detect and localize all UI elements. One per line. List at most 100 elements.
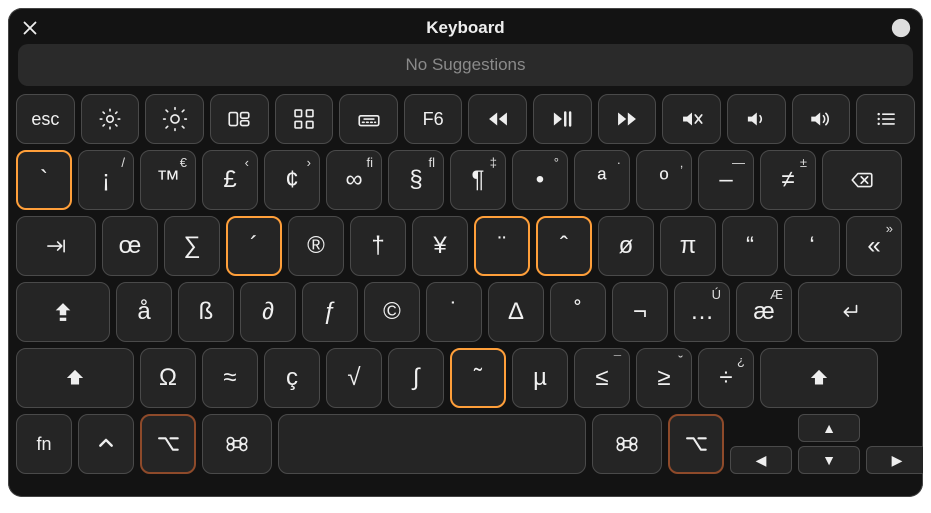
inverted-exclaim-key[interactable]: /¡	[78, 150, 134, 210]
volume-up-key[interactable]	[792, 94, 851, 144]
rewind-key[interactable]	[468, 94, 527, 144]
list-key[interactable]	[856, 94, 915, 144]
cent-key[interactable]: ›¢	[264, 150, 320, 210]
brightness-down-key[interactable]	[81, 94, 140, 144]
left-guillemet-key[interactable]: »«	[846, 216, 902, 276]
diaeresis-dead-key-label: ¨	[498, 232, 506, 260]
sigma-key[interactable]: ∑	[164, 216, 220, 276]
a-ring-key[interactable]: å	[116, 282, 172, 342]
right-shift-key[interactable]	[760, 348, 878, 408]
increment-key[interactable]: ∆	[488, 282, 544, 342]
omega-key-label: Ω	[159, 364, 177, 392]
trademark-key-sup: €	[180, 155, 187, 170]
en-dash-key[interactable]: —–	[698, 150, 754, 210]
function-row: esc F6	[16, 94, 915, 144]
pi-key[interactable]: π	[660, 216, 716, 276]
grave-key[interactable]: `	[16, 150, 72, 210]
dot-above-key[interactable]: ˙	[426, 282, 482, 342]
fn-key[interactable]: fn	[16, 414, 72, 474]
play-pause-key[interactable]	[533, 94, 592, 144]
omega-key[interactable]: Ω	[140, 348, 196, 408]
mu-key-label: µ	[533, 364, 547, 392]
registered-key[interactable]: ®	[288, 216, 344, 276]
yen-key[interactable]: ¥	[412, 216, 468, 276]
dagger-key[interactable]: †	[350, 216, 406, 276]
launchpad-key[interactable]	[275, 94, 334, 144]
sqrt-key[interactable]: √	[326, 348, 382, 408]
mission-control-key[interactable]	[210, 94, 269, 144]
keyboard-window: Keyboard No Suggestions escF6 `/¡€™‹£›¢f…	[8, 8, 923, 497]
down-arrow-key[interactable]: ▼	[798, 446, 860, 474]
ae-key[interactable]: Ææ	[736, 282, 792, 342]
trademark-key[interactable]: €™	[140, 150, 196, 210]
ellipsis-key[interactable]: Ú…	[674, 282, 730, 342]
o-stroke-key[interactable]: ø	[598, 216, 654, 276]
f6-key[interactable]: F6	[404, 94, 463, 144]
dot-above-key-label: ˙	[450, 298, 458, 326]
suggestions-text: No Suggestions	[405, 55, 525, 75]
less-equal-key[interactable]: ¯≤	[574, 348, 630, 408]
ring-above-key-label: ˚	[574, 298, 582, 326]
fast-forward-key[interactable]	[598, 94, 657, 144]
right-command-key[interactable]	[592, 414, 662, 474]
infinity-key[interactable]: fi∞	[326, 150, 382, 210]
not-equal-key[interactable]: ±≠	[760, 150, 816, 210]
approx-key[interactable]: ≈	[202, 348, 258, 408]
right-arrow-key[interactable]: ▶	[866, 446, 923, 474]
caps-lock-key[interactable]	[16, 282, 110, 342]
brightness-up-key[interactable]	[145, 94, 204, 144]
volume-down-key[interactable]	[727, 94, 786, 144]
florin-key[interactable]: ƒ	[302, 282, 358, 342]
up-arrow-key[interactable]: ▲	[798, 414, 860, 442]
less-equal-key-label: ≤	[595, 364, 608, 392]
pound-key-sup: ‹	[245, 155, 249, 170]
left-shift-key[interactable]	[16, 348, 134, 408]
c-cedilla-key[interactable]: ç	[264, 348, 320, 408]
feminine-ordinal-key[interactable]: ·ª	[574, 150, 630, 210]
left-guillemet-key-sup: »	[886, 221, 893, 236]
open-double-quote-key[interactable]: “	[722, 216, 778, 276]
circumflex-dead-key[interactable]: ˆ	[536, 216, 592, 276]
left-command-key[interactable]	[202, 414, 272, 474]
space-key[interactable]	[278, 414, 586, 474]
left-option-key[interactable]	[140, 414, 196, 474]
return-key[interactable]	[798, 282, 902, 342]
copyright-key[interactable]: ©	[364, 282, 420, 342]
pilcrow-key[interactable]: ‡¶	[450, 150, 506, 210]
integral-key[interactable]: ∫	[388, 348, 444, 408]
bullet-key[interactable]: °•	[512, 150, 568, 210]
not-sign-key[interactable]: ¬	[612, 282, 668, 342]
masculine-ordinal-key-sup: ‚	[680, 155, 683, 170]
increment-key-label: ∆	[509, 298, 524, 326]
keyboard-backlight-key[interactable]	[339, 94, 398, 144]
bottom-row: fn◀▲▼▶	[16, 414, 915, 474]
tab-key[interactable]	[16, 216, 96, 276]
left-arrow-key[interactable]: ◀	[730, 446, 792, 474]
ae-key-sup: Æ	[770, 287, 783, 302]
greater-equal-key[interactable]: ˘≥	[636, 348, 692, 408]
masculine-ordinal-key[interactable]: ‚º	[636, 150, 692, 210]
ellipsis-key-sup: Ú	[712, 287, 721, 302]
open-single-quote-key[interactable]: ‘	[784, 216, 840, 276]
escape-key[interactable]: esc	[16, 94, 75, 144]
c-cedilla-key-label: ç	[286, 364, 298, 392]
pound-key[interactable]: ‹£	[202, 150, 258, 210]
section-key-sup: fl	[429, 155, 436, 170]
right-option-key[interactable]	[668, 414, 724, 474]
a-ring-key-label: å	[137, 298, 150, 326]
division-key[interactable]: ¿÷	[698, 348, 754, 408]
sharp-s-key[interactable]: ß	[178, 282, 234, 342]
close-icon[interactable]	[16, 14, 44, 42]
diaeresis-dead-key[interactable]: ¨	[474, 216, 530, 276]
partial-diff-key[interactable]: ∂	[240, 282, 296, 342]
more-icon[interactable]	[887, 14, 915, 42]
oe-key[interactable]: œ	[102, 216, 158, 276]
mute-key[interactable]	[662, 94, 721, 144]
ring-above-key[interactable]: ˚	[550, 282, 606, 342]
section-key[interactable]: fl§	[388, 150, 444, 210]
backspace-key[interactable]	[822, 150, 902, 210]
control-key[interactable]	[78, 414, 134, 474]
mu-key[interactable]: µ	[512, 348, 568, 408]
acute-dead-key[interactable]: ´	[226, 216, 282, 276]
tilde-dead-key[interactable]: ˜	[450, 348, 506, 408]
